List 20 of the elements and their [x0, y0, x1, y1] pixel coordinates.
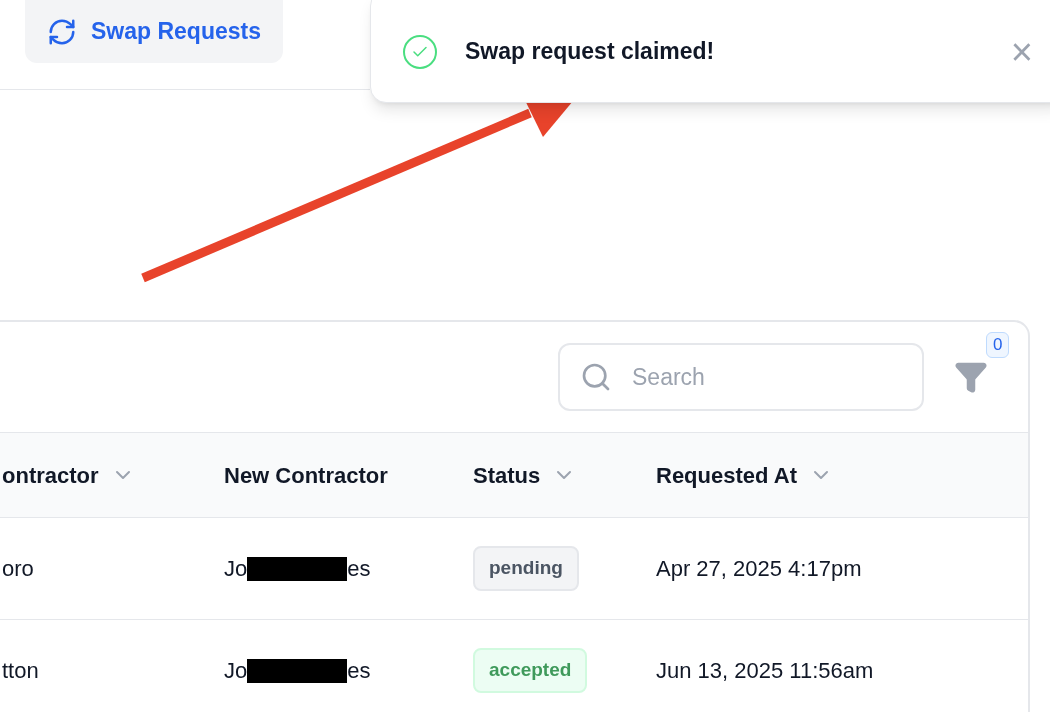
- column-header[interactable]: Status: [473, 458, 541, 492]
- column-header[interactable]: Requested At: [656, 458, 797, 492]
- search-icon: [580, 361, 612, 393]
- status-badge: pending: [473, 546, 579, 591]
- column-header[interactable]: New Contractor: [224, 458, 388, 492]
- table-cell: oro: [2, 556, 34, 581]
- search-field[interactable]: Search: [558, 343, 924, 411]
- table-cell: Jun 13, 2025 11:56am: [656, 658, 874, 683]
- swap-requests-button[interactable]: Swap Requests: [25, 0, 283, 63]
- table-cell: Apr 27, 2025 4:17pm: [656, 556, 862, 581]
- filter-icon[interactable]: [954, 360, 988, 394]
- table-cell-text: es: [347, 657, 371, 685]
- table-cell: tton: [2, 658, 39, 683]
- table-cell-text: Jo: [224, 657, 248, 685]
- filter-count-badge: 0: [986, 332, 1010, 358]
- column-header[interactable]: ontractor: [2, 458, 99, 492]
- table-cell-text: es: [347, 555, 371, 583]
- status-badge: accepted: [473, 648, 588, 693]
- table-cell-text: Jo: [224, 555, 248, 583]
- toast-message: Swap request claimed!: [465, 37, 716, 67]
